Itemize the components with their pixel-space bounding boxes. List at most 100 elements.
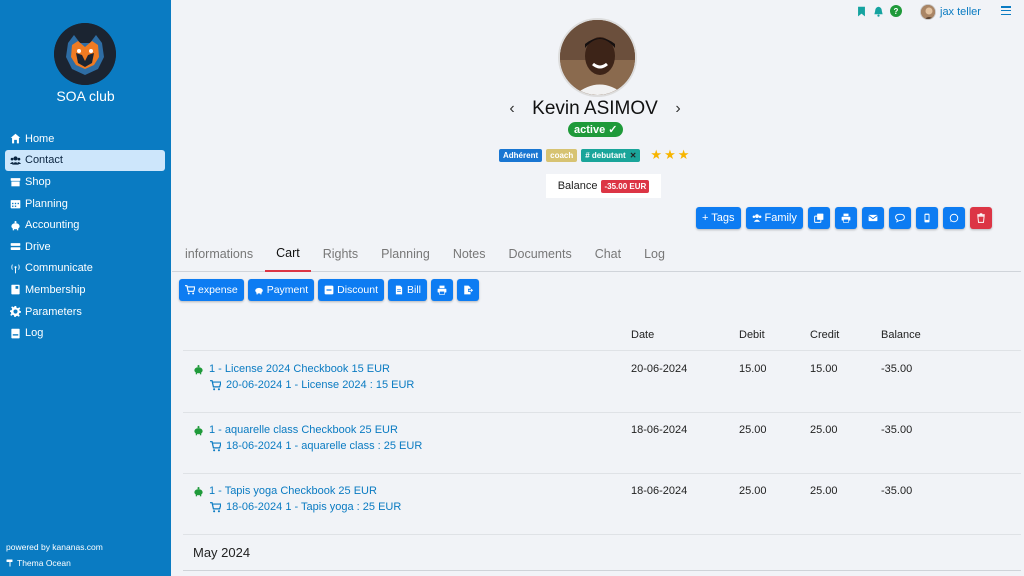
purchase-title: 18-06-2024 1 - aquarelle class : 25 EUR xyxy=(226,440,423,452)
user-menu[interactable]: jax teller xyxy=(920,4,981,20)
delete-button[interactable] xyxy=(969,207,992,229)
tag-list: Adhérent coach # debutant ✕ ★ ★ ★ xyxy=(499,147,689,163)
tab-documents[interactable]: Documents xyxy=(497,236,583,272)
expense-button[interactable]: expense xyxy=(179,279,244,301)
sidebar-item-parameters[interactable]: Parameters xyxy=(5,301,165,323)
email-button[interactable] xyxy=(861,207,884,229)
bill-button[interactable]: Bill xyxy=(388,279,428,301)
payment-title: 1 - Tapis yoga Checkbook 25 EUR xyxy=(209,485,377,497)
column-header-credit[interactable]: Credit xyxy=(810,329,839,341)
star-icon: ★ xyxy=(677,147,690,162)
club-logo[interactable] xyxy=(54,23,116,85)
whatsapp-icon xyxy=(949,213,959,223)
duplicate-button[interactable] xyxy=(807,207,830,229)
cart-actions: expense Payment Discount Bill xyxy=(179,279,480,301)
row-debit: 25.00 xyxy=(739,485,767,497)
trash-icon xyxy=(977,213,985,223)
tab-cart[interactable]: Cart xyxy=(264,236,312,272)
broadcast-icon xyxy=(9,262,21,274)
gear-icon xyxy=(9,306,21,318)
family-button[interactable]: Family xyxy=(745,207,803,229)
sidebar-item-label: Membership xyxy=(25,283,86,296)
sidebar-item-contact[interactable]: Contact xyxy=(5,149,165,172)
table-row: 1 - aquarelle class Checkbook 25 EUR 18-… xyxy=(183,413,1021,474)
column-header-date[interactable]: Date xyxy=(631,329,654,341)
sidebar-item-planning[interactable]: Planning xyxy=(5,193,165,215)
sidebar-item-shop[interactable]: Shop xyxy=(5,171,165,193)
mobile-icon xyxy=(924,213,930,223)
whatsapp-button[interactable] xyxy=(942,207,965,229)
column-header-balance[interactable]: Balance xyxy=(881,329,921,341)
chevron-left-icon[interactable]: ‹ xyxy=(505,100,519,118)
printer-icon xyxy=(437,285,447,295)
sidebar-item-label: Parameters xyxy=(25,305,82,318)
bell-icon[interactable] xyxy=(873,6,884,17)
purchase-title: 20-06-2024 1 - License 2024 : 15 EUR xyxy=(226,379,415,391)
theme-selector[interactable]: Thema Ocean xyxy=(6,558,71,568)
sidebar-item-accounting[interactable]: Accounting xyxy=(5,214,165,236)
print-button[interactable] xyxy=(834,207,857,229)
piggy-bank-icon xyxy=(194,425,203,435)
sidebar-item-communicate[interactable]: Communicate xyxy=(5,258,165,280)
remove-tag-icon[interactable]: ✕ xyxy=(630,151,637,160)
club-name: SOA club xyxy=(56,88,115,104)
payment-title: 1 - aquarelle class Checkbook 25 EUR xyxy=(209,424,398,436)
bookmark-icon[interactable] xyxy=(856,6,867,17)
profile-tabs: informations Cart Rights Planning Notes … xyxy=(172,236,1021,272)
users-icon xyxy=(9,154,21,166)
payment-link[interactable]: 1 - License 2024 Checkbook 15 EUR xyxy=(193,363,390,375)
profile-actions: + Tags Family xyxy=(696,207,992,229)
powered-by-link[interactable]: powered by kananas.com xyxy=(6,542,103,552)
help-icon[interactable]: ? xyxy=(890,5,902,17)
home-icon xyxy=(9,133,21,145)
sidebar-item-log[interactable]: Log xyxy=(5,322,165,344)
column-header-debit[interactable]: Debit xyxy=(739,329,765,341)
tag-coach[interactable]: coach xyxy=(546,148,578,162)
printer-icon xyxy=(841,213,851,223)
profile-name: Kevin ASIMOV xyxy=(532,98,658,119)
tab-notes[interactable]: Notes xyxy=(441,236,497,272)
purchase-link[interactable]: 18-06-2024 1 - Tapis yoga : 25 EUR xyxy=(210,501,401,513)
tag-adherent[interactable]: Adhérent xyxy=(499,148,543,162)
purchase-link[interactable]: 20-06-2024 1 - License 2024 : 15 EUR xyxy=(210,379,414,391)
profile-photo[interactable] xyxy=(558,18,637,97)
add-tags-button[interactable]: + Tags xyxy=(696,207,741,229)
sidebar-item-label: Log xyxy=(25,327,44,340)
discount-button[interactable]: Discount xyxy=(318,279,384,301)
tab-planning[interactable]: Planning xyxy=(370,236,442,272)
sidebar: SOA club Home Contact Shop Planning Acco… xyxy=(0,0,171,576)
status-badge[interactable]: active ✓ xyxy=(568,122,624,137)
avatar xyxy=(920,4,936,20)
row-date: 18-06-2024 xyxy=(631,485,688,497)
payment-link[interactable]: 1 - Tapis yoga Checkbook 25 EUR xyxy=(193,485,377,497)
menu-icon[interactable] xyxy=(1001,6,1011,15)
rating-stars[interactable]: ★ ★ ★ xyxy=(650,147,689,163)
print-cart-button[interactable] xyxy=(431,279,454,301)
balance-label: Balance xyxy=(557,180,598,192)
tab-chat[interactable]: Chat xyxy=(583,236,632,272)
user-name: jax teller xyxy=(940,6,981,18)
tag-debutant[interactable]: # debutant ✕ xyxy=(581,148,641,162)
tab-log[interactable]: Log xyxy=(633,236,677,272)
star-icon: ★ xyxy=(664,147,676,162)
payment-link[interactable]: 1 - aquarelle class Checkbook 25 EUR xyxy=(193,424,398,436)
family-label: Family xyxy=(764,212,797,224)
envelope-icon xyxy=(868,214,878,222)
sidebar-item-membership[interactable]: Membership xyxy=(5,279,165,301)
sidebar-item-label: Home xyxy=(25,132,55,145)
drive-icon xyxy=(9,241,21,253)
sidebar-item-home[interactable]: Home xyxy=(5,128,165,150)
export-button[interactable] xyxy=(457,279,480,301)
payment-button[interactable]: Payment xyxy=(247,279,315,301)
chevron-right-icon[interactable]: › xyxy=(671,100,685,118)
sidebar-item-drive[interactable]: Drive xyxy=(5,236,165,258)
purchase-title: 18-06-2024 1 - Tapis yoga : 25 EUR xyxy=(226,501,402,513)
table-row: 1 - Tapis yoga Checkbook 25 EUR 18-06-20… xyxy=(183,474,1021,535)
tab-rights[interactable]: Rights xyxy=(311,236,369,272)
payment-title: 1 - License 2024 Checkbook 15 EUR xyxy=(209,363,390,375)
check-icon: ✓ xyxy=(608,124,618,136)
sms-button[interactable] xyxy=(915,207,938,229)
purchase-link[interactable]: 18-06-2024 1 - aquarelle class : 25 EUR xyxy=(210,440,422,452)
chat-button[interactable] xyxy=(888,207,911,229)
tab-informations[interactable]: informations xyxy=(172,236,265,272)
